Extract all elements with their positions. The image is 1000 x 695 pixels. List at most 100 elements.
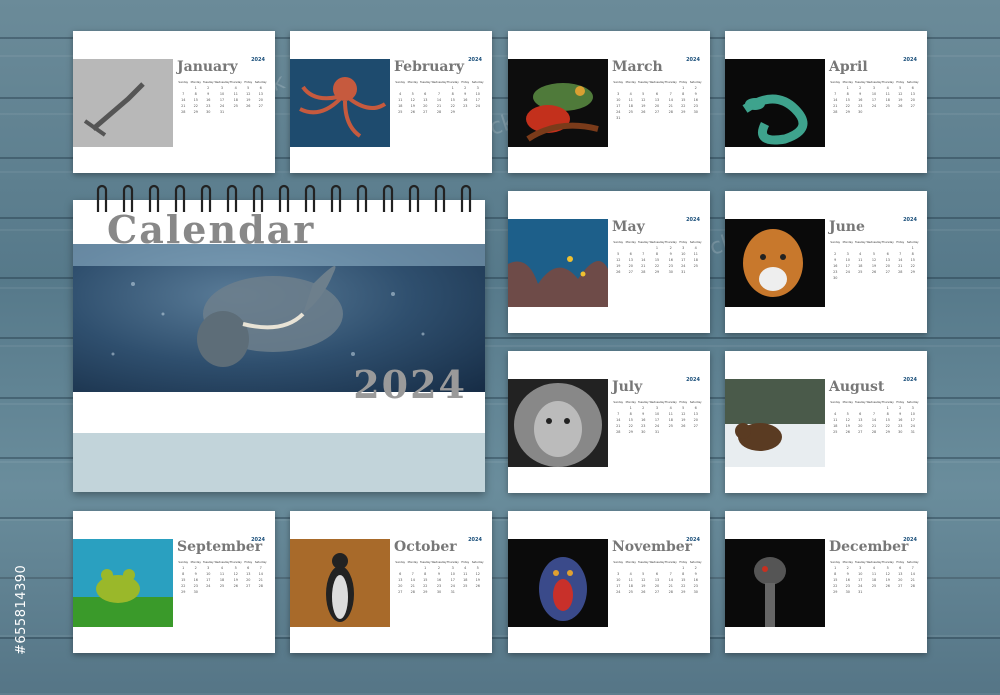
day-cell: 25 (628, 590, 633, 594)
day-cell: 14 (436, 98, 442, 102)
day-cell: 28 (833, 110, 838, 114)
day-cell: 18 (858, 264, 863, 268)
day-cell: 20 (910, 98, 915, 102)
empty-cell (177, 86, 189, 90)
day-cell: 3 (476, 86, 479, 90)
day-header: Wednesday (649, 81, 665, 84)
day-cell: 28 (181, 110, 186, 114)
day-cell: 29 (845, 110, 850, 114)
day-cell: 30 (693, 110, 698, 114)
day-cell: 27 (858, 430, 863, 434)
cover-year: 2024 (353, 362, 467, 407)
day-cell: 5 (411, 92, 414, 96)
frog-on-moss-photo (73, 539, 173, 627)
day-cell: 4 (694, 246, 697, 250)
day-cell: 1 (846, 86, 849, 90)
day-cell: 31 (858, 590, 863, 594)
day-header: Saturday (906, 241, 919, 244)
day-cell: 29 (181, 590, 186, 594)
day-grid: Sunday Monday Tuesday Wednesday Thursday Frid… (612, 561, 702, 594)
day-cell: 10 (475, 92, 480, 96)
day-cell: 5 (846, 412, 849, 416)
day-cell: 22 (193, 104, 198, 108)
day-cell: 7 (911, 566, 914, 570)
day-cell: 22 (681, 584, 686, 588)
day-cell: 27 (398, 590, 403, 594)
month-title: June (829, 219, 865, 235)
day-header: Thursday (664, 401, 677, 404)
day-header: Friday (896, 81, 905, 84)
day-cell: 8 (682, 572, 685, 576)
day-cell: 10 (206, 572, 211, 576)
day-cell: 30 (845, 590, 850, 594)
day-cell: 8 (629, 412, 632, 416)
day-cell: 12 (681, 412, 686, 416)
day-cell: 5 (234, 566, 237, 570)
day-cell: 3 (872, 86, 876, 90)
day-cell: 25 (233, 104, 238, 108)
day-header: Sunday (830, 561, 841, 564)
day-cell: 21 (910, 578, 915, 582)
month-title: March (612, 59, 663, 75)
day-grid: Sunday Monday Tuesday Wednesday Thursday Frid… (612, 81, 702, 120)
day-cell: 21 (436, 104, 442, 108)
day-header: Tuesday (854, 241, 866, 244)
day-cell: 7 (642, 252, 645, 256)
day-header: Friday (461, 561, 470, 564)
year-label: 2024 (903, 537, 917, 543)
day-cell: 30 (668, 270, 673, 274)
day-cell: 3 (617, 92, 620, 96)
day-header: Thursday (446, 561, 459, 564)
day-header: Tuesday (637, 401, 649, 404)
day-cell: 23 (641, 424, 646, 428)
day-header: Monday (625, 561, 636, 564)
day-cell: 12 (233, 572, 238, 576)
month-card-september: September 2024 Sunday Monday Tuesday Wednes… (73, 511, 275, 653)
year-label: 2024 (468, 57, 482, 63)
day-cell: 26 (233, 584, 238, 588)
day-header: Sunday (613, 561, 624, 564)
day-grid: Sunday Monday Tuesday Wednesday Thursday Frid… (829, 401, 919, 434)
day-cell: 18 (668, 418, 673, 422)
day-cell: 22 (654, 264, 660, 268)
day-header: Tuesday (419, 561, 431, 564)
day-cell: 19 (641, 584, 646, 588)
empty-cell (624, 246, 637, 250)
day-cell: 27 (654, 110, 660, 114)
day-header: Thursday (881, 81, 894, 84)
day-header: Wednesday (431, 561, 447, 564)
empty-cell (854, 406, 867, 410)
day-header: Friday (461, 81, 470, 84)
day-cell: 24 (219, 104, 225, 108)
day-header: Friday (896, 401, 905, 404)
day-cell: 2 (859, 86, 862, 90)
empty-cell (665, 566, 677, 570)
day-cell: 18 (219, 578, 225, 582)
day-header: Sunday (613, 81, 624, 84)
day-cell: 7 (617, 412, 620, 416)
day-cell: 22 (910, 264, 915, 268)
day-cell: 9 (437, 572, 441, 576)
day-grid: Sunday Monday Tuesday Wednesday Thursday Frid… (177, 561, 267, 594)
day-cell: 1 (834, 566, 837, 570)
day-header: Monday (625, 401, 636, 404)
day-cell: 3 (911, 406, 914, 410)
day-cell: 1 (629, 406, 632, 410)
day-cell: 12 (475, 572, 480, 576)
day-cell: 27 (423, 110, 428, 114)
day-cell: 5 (886, 566, 889, 570)
month-card-july: July 2024 Sunday Monday Tuesday Wednesday Th… (508, 351, 710, 493)
day-cell: 15 (681, 98, 686, 102)
year-label: 2024 (903, 377, 917, 383)
empty-cell (419, 86, 432, 90)
day-cell: 20 (858, 424, 863, 428)
day-header: Thursday (446, 81, 459, 84)
day-cell: 11 (219, 572, 225, 576)
day-cell: 19 (616, 264, 621, 268)
day-cell: 18 (628, 584, 633, 588)
day-cell: 9 (899, 412, 902, 416)
month-title: July (612, 379, 643, 395)
day-cell: 6 (247, 566, 250, 570)
day-cell: 1 (911, 246, 914, 250)
day-header: Thursday (881, 241, 894, 244)
